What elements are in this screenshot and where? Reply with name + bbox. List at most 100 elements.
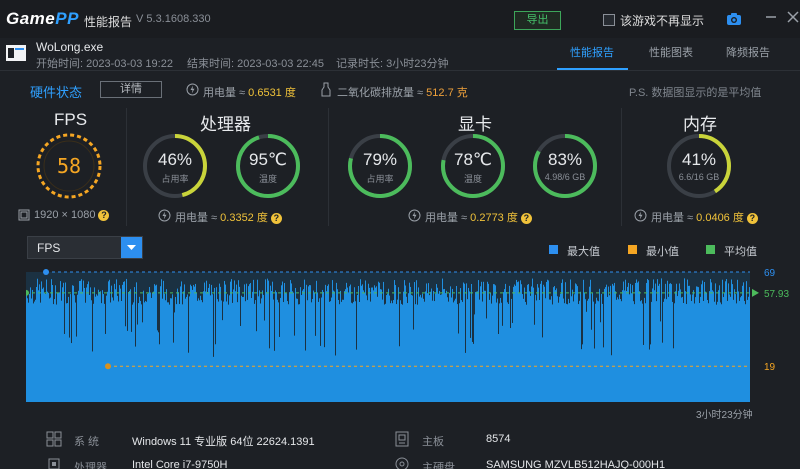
gpu-usage-label: 占用率 — [366, 174, 394, 184]
fps-bar — [390, 303, 391, 402]
fps-bar — [716, 304, 717, 402]
close-icon[interactable] — [786, 10, 800, 24]
fps-bar — [627, 286, 628, 402]
fps-bar — [351, 302, 352, 402]
fps-bar — [699, 302, 700, 402]
fps-bar — [362, 284, 363, 402]
fps-bar — [463, 282, 464, 402]
fps-bar — [432, 300, 433, 402]
fps-bar — [156, 284, 157, 402]
fps-bar — [331, 297, 332, 402]
fps-bar — [581, 349, 582, 402]
fps-bar — [309, 285, 310, 402]
fps-bar — [98, 289, 99, 402]
fps-bar — [439, 290, 440, 402]
fps-bar — [243, 296, 244, 402]
fps-bar — [99, 291, 100, 402]
fps-bar — [122, 284, 123, 402]
fps-bar — [346, 282, 347, 402]
fps-bar — [500, 297, 501, 402]
fps-bar — [638, 281, 639, 402]
fps-bar — [654, 290, 655, 402]
fps-bar — [250, 283, 251, 402]
fps-bar — [623, 281, 624, 402]
fps-bar — [74, 295, 75, 402]
fps-bar — [547, 279, 548, 402]
fps-bar — [54, 299, 55, 402]
fps-bar — [383, 281, 384, 402]
fps-bar — [639, 291, 640, 402]
min-marker — [105, 363, 111, 370]
fps-bar — [294, 335, 295, 402]
fps-bar — [546, 281, 547, 402]
fps-bar — [173, 342, 174, 402]
fps-bar — [262, 290, 263, 402]
fps-bar — [92, 351, 93, 402]
fps-bar — [241, 295, 242, 402]
fps-bar — [355, 301, 356, 402]
fps-bar — [357, 294, 358, 402]
fps-bar — [228, 304, 229, 402]
hide-game-checkbox[interactable] — [603, 14, 615, 26]
cpu-temp-label: 温度 — [258, 174, 277, 184]
fps-bar — [162, 298, 163, 402]
camera-icon[interactable] — [726, 12, 742, 26]
fps-bar — [113, 300, 114, 402]
chevron-down-icon[interactable] — [121, 237, 142, 258]
fps-bar — [722, 279, 723, 402]
fps-bar — [403, 291, 404, 402]
fps-bar — [719, 285, 720, 402]
co2-emission: 二氧化碳排放量 ≈ 512.7 克 — [337, 87, 468, 99]
fps-bar — [205, 291, 206, 402]
fps-bar — [549, 299, 550, 402]
fps-bar — [624, 290, 625, 402]
fps-bar — [706, 292, 707, 402]
fps-bar — [488, 283, 489, 402]
fps-bar — [725, 281, 726, 402]
details-button[interactable]: 详情 — [100, 81, 162, 98]
fps-bar — [720, 302, 721, 402]
fps-bar — [737, 279, 738, 402]
fps-bar — [298, 304, 299, 402]
gpu-power-usage: 用电量 ≈ 0.2773 度? — [425, 209, 532, 225]
fps-bar — [477, 291, 478, 402]
fps-bar — [181, 281, 182, 402]
tab-throttle-report[interactable]: 降频报告 — [726, 44, 770, 60]
fps-bar — [182, 304, 183, 402]
fps-bar — [119, 285, 120, 402]
fps-bar — [536, 300, 537, 402]
fps-bar — [338, 299, 339, 402]
fps-bar — [538, 287, 539, 402]
help-icon[interactable]: ? — [98, 209, 110, 221]
tab-performance-chart[interactable]: 性能图表 — [649, 44, 693, 60]
fps-bar — [470, 337, 471, 402]
fps-bar — [163, 280, 164, 402]
fps-bar — [681, 297, 682, 402]
fps-bar — [596, 297, 597, 402]
fps-bar — [131, 331, 132, 402]
cpu-temp-value: 95℃ — [248, 150, 287, 169]
help-icon[interactable]: ? — [746, 212, 758, 224]
fps-bar — [209, 283, 210, 402]
fps-bar — [746, 281, 747, 402]
fps-bar — [437, 287, 438, 402]
tab-performance-report[interactable]: 性能报告 — [570, 44, 614, 60]
fps-bar — [190, 284, 191, 402]
fps-bar — [615, 291, 616, 402]
fps-bar — [289, 292, 290, 402]
ram-usage-label: 6.6/16 GB — [678, 172, 720, 182]
fps-bar — [70, 294, 71, 402]
fps-bar — [541, 280, 542, 402]
minimize-icon[interactable] — [764, 10, 778, 24]
fps-bar — [274, 350, 275, 402]
help-icon[interactable]: ? — [520, 212, 532, 224]
fps-bar — [414, 282, 415, 402]
fps-bar — [333, 290, 334, 402]
export-button[interactable]: 导出 — [514, 11, 561, 30]
fps-bar — [642, 303, 643, 402]
fps-bar — [552, 304, 553, 402]
fps-bar — [561, 282, 562, 402]
fps-bar — [348, 292, 349, 402]
fps-bar — [661, 278, 662, 402]
help-icon[interactable]: ? — [270, 212, 282, 224]
